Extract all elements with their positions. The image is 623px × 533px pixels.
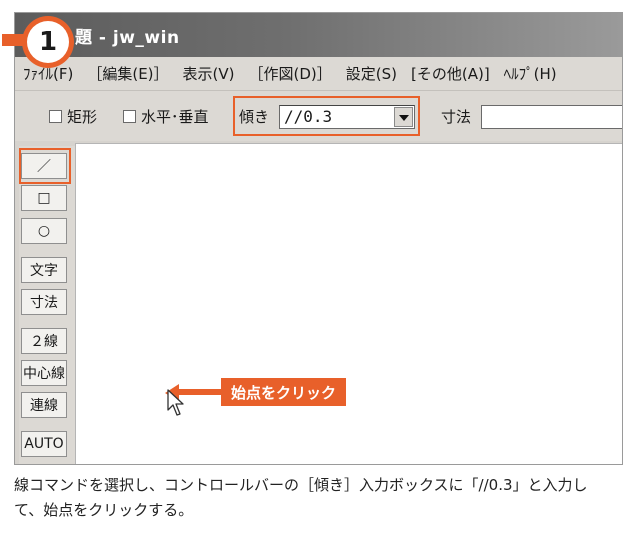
control-bar: 矩形 水平･垂直 傾き //0.3 寸法 [15,91,622,141]
step-number: 1 [27,21,69,63]
continuous-line-tool-button[interactable]: 連線 [21,392,67,418]
incline-label: 傾き [239,108,270,126]
chevron-down-icon[interactable] [394,107,413,127]
rectangle-tool-button[interactable]: □ [21,185,67,211]
menu-help[interactable]: ﾍﾙﾌﾟ(H) [504,63,557,84]
circle-icon: ○ [37,223,51,239]
mouse-pointer-icon [167,389,184,416]
menu-bar: ﾌｧｲﾙ(F) ［編集(E)］ 表示(V) ［作図(D)］ 設定(S) [その他… [15,57,622,91]
circle-tool-button[interactable]: ○ [21,218,67,244]
drawing-canvas[interactable] [75,143,622,464]
menu-settings[interactable]: 設定(S) [346,63,397,84]
double-line-tool-button[interactable]: ２線 [21,328,67,354]
dimension-tool-button[interactable]: 寸法 [21,289,67,315]
instruction-caption: 線コマンドを選択し、コントロールバーの［傾き］入力ボックスに「//0.3」と入力… [14,476,588,519]
line-icon: ／ [37,159,51,175]
rect-label: 矩形 [67,108,98,126]
menu-other[interactable]: [その他(A)] [411,63,490,84]
step-number-badge: 1 [22,16,74,68]
annotation-label: 始点をクリック [221,378,347,406]
rectangle-icon: □ [37,190,51,206]
incline-combobox[interactable]: //0.3 [279,105,415,129]
auto-mode-button[interactable]: AUTO [21,431,67,457]
title-bar: 題 - jw_win [15,13,622,57]
menu-view[interactable]: 表示(V) [183,63,235,84]
window-title: 題 - jw_win [75,28,180,48]
center-line-tool-button[interactable]: 中心線 [21,360,67,386]
rect-checkbox[interactable] [49,110,62,123]
text-tool-button[interactable]: 文字 [21,257,67,283]
menu-edit[interactable]: ［編集(E)］ [87,63,168,84]
dimension-input[interactable] [481,105,622,129]
line-tool-button[interactable]: ／ [21,153,67,179]
horizontal-vertical-checkbox[interactable] [123,110,136,123]
menu-draw[interactable]: ［作図(D)］ [249,63,332,84]
horizontal-vertical-label: 水平･垂直 [141,108,209,126]
tool-palette: ／ □ ○ 文字 寸法 ２線 中心線 連線 AUTO [19,146,75,464]
dimension-label: 寸法 [441,108,472,126]
step-callout: 1 [2,12,74,68]
incline-value: //0.3 [284,107,333,126]
